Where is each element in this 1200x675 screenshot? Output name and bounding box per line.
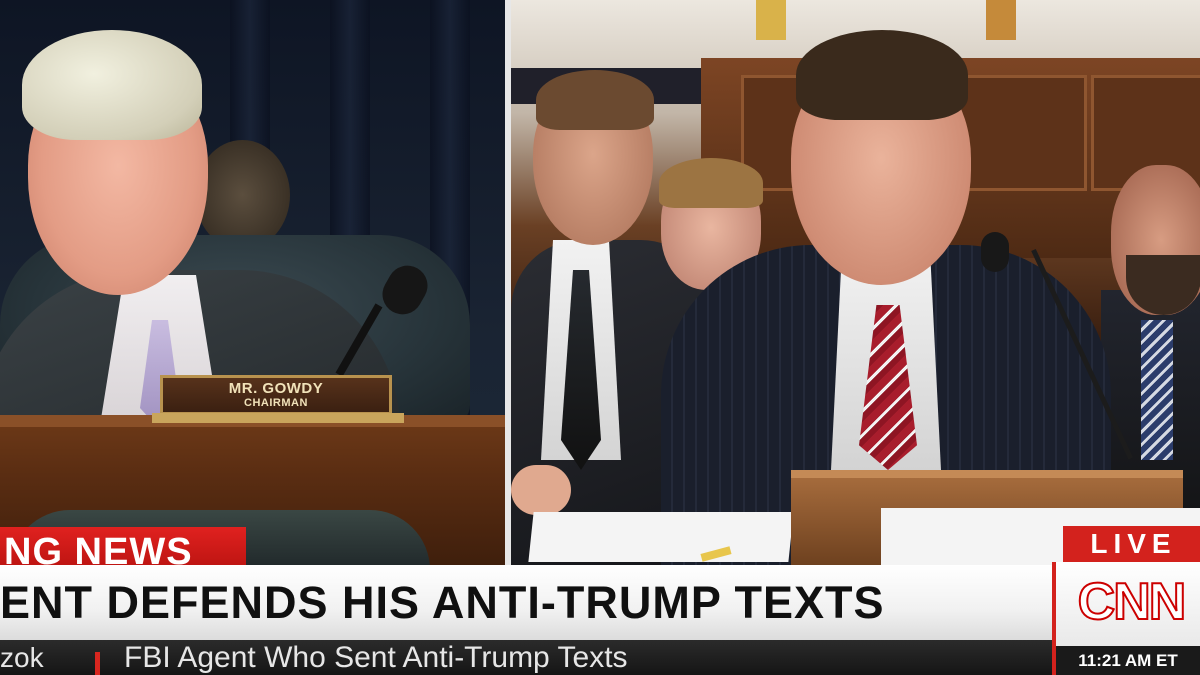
audience-person-hair — [659, 158, 763, 208]
live-badge: LIVE — [1063, 526, 1200, 562]
ticker-name: zok — [0, 642, 44, 673]
nameplate-name: MR. GOWDY — [228, 380, 324, 397]
audience-person-tie — [1141, 320, 1173, 460]
headline-text: ENT DEFENDS HIS ANTI-TRUMP TEXTS — [0, 577, 885, 628]
hand — [511, 465, 571, 515]
chairman-hair — [22, 30, 202, 140]
nameplate-base — [152, 413, 404, 423]
witness-hair — [796, 30, 968, 120]
microphone-icon — [981, 232, 1009, 272]
background-person — [195, 140, 290, 250]
paper-notes — [528, 512, 794, 562]
right-video-panel — [511, 0, 1200, 565]
nameplate: MR. GOWDY CHAIRMAN — [160, 375, 392, 415]
nameplate-title: CHAIRMAN — [244, 397, 308, 409]
flag-icon — [756, 0, 786, 40]
cnn-logo-icon: CNN — [1077, 572, 1188, 632]
left-video-panel: MR. GOWDY CHAIRMAN — [0, 0, 505, 565]
ticker-text: FBI Agent Who Sent Anti-Trump Texts — [124, 641, 628, 674]
broadcast-time: 11:21 AM ET — [1052, 646, 1200, 675]
audience-person-hair — [536, 70, 654, 130]
flag-icon — [986, 0, 1016, 40]
ticker-separator — [95, 652, 100, 675]
